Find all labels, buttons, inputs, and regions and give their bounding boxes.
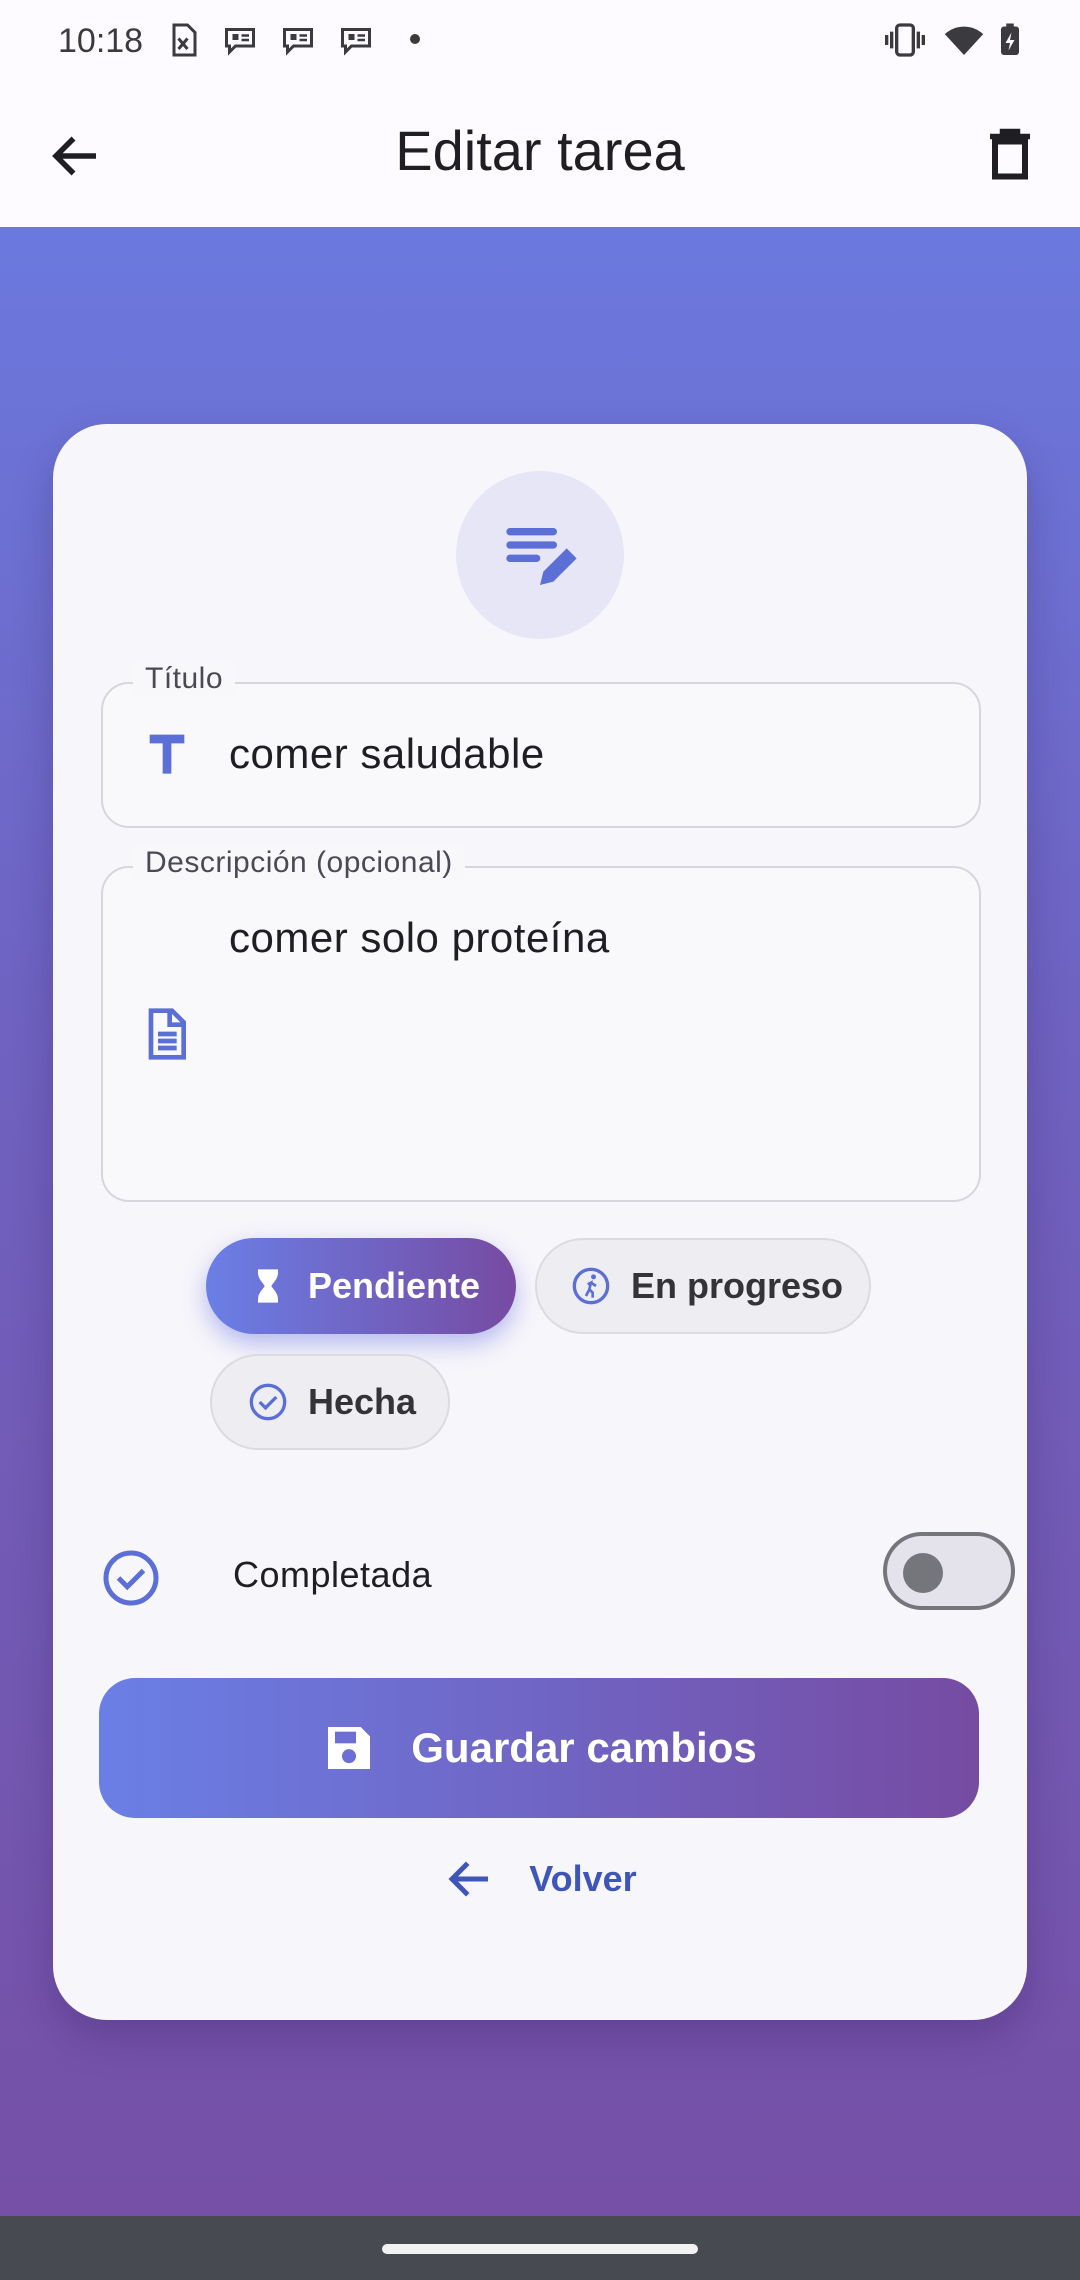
save-button-label: Guardar cambios bbox=[411, 1724, 757, 1771]
title-t-icon bbox=[149, 734, 185, 774]
hourglass-icon bbox=[258, 1269, 278, 1303]
back-link[interactable]: Volver bbox=[53, 1834, 1027, 1924]
back-link-label: Volver bbox=[529, 1858, 637, 1899]
save-icon bbox=[328, 1727, 371, 1769]
status-chip-pendiente[interactable]: Pendiente bbox=[206, 1238, 516, 1334]
completed-label: Completada bbox=[233, 1554, 433, 1595]
home-gesture-handle[interactable] bbox=[382, 2244, 698, 2254]
dot-icon bbox=[410, 34, 420, 44]
status-bar: 10:18 bbox=[0, 0, 1080, 84]
chat-icon bbox=[283, 28, 313, 56]
arrow-back-icon bbox=[448, 1861, 489, 1897]
edit-note-icon bbox=[506, 528, 577, 585]
completed-switch[interactable] bbox=[883, 1532, 1015, 1610]
delete-button[interactable] bbox=[980, 124, 1040, 184]
switch-knob bbox=[903, 1553, 943, 1593]
title-input[interactable]: comer saludable bbox=[229, 730, 545, 778]
running-icon bbox=[572, 1267, 610, 1305]
vibrate-icon bbox=[885, 23, 925, 57]
save-button[interactable]: Guardar cambios bbox=[99, 1678, 979, 1818]
page-title: Editar tarea bbox=[395, 119, 685, 182]
status-chip-label: Pendiente bbox=[308, 1265, 481, 1306]
system-nav-bar bbox=[0, 2216, 1080, 2280]
description-field[interactable]: Descripción (opcional) comer solo proteí… bbox=[101, 846, 981, 1202]
status-chip-en-progreso[interactable]: En progreso bbox=[535, 1238, 871, 1334]
chat-icon bbox=[341, 28, 371, 56]
status-chip-hecha[interactable]: Hecha bbox=[210, 1354, 450, 1450]
check-circle-icon bbox=[103, 1550, 159, 1606]
description-field-label: Descripción (opcional) bbox=[133, 846, 465, 880]
chat-icon bbox=[225, 28, 255, 56]
header-avatar bbox=[456, 471, 624, 639]
edit-task-card: Título comer saludable Descripción (opci… bbox=[53, 424, 1027, 2020]
status-chip-label: En progreso bbox=[631, 1265, 844, 1306]
document-icon bbox=[148, 1008, 186, 1060]
description-input[interactable]: comer solo proteína bbox=[229, 914, 610, 962]
completed-row: Completada bbox=[101, 1524, 1015, 1624]
check-circle-icon bbox=[249, 1383, 287, 1421]
status-chip-label: Hecha bbox=[308, 1381, 417, 1422]
spreadsheet-icon bbox=[172, 23, 197, 57]
title-field-label: Título bbox=[133, 662, 236, 696]
status-time: 10:18 bbox=[58, 22, 144, 60]
wifi-icon bbox=[944, 26, 984, 55]
battery-charging-icon bbox=[1001, 23, 1019, 55]
title-field[interactable]: Título comer saludable bbox=[101, 662, 981, 828]
app-bar: Editar tarea bbox=[0, 84, 1080, 227]
